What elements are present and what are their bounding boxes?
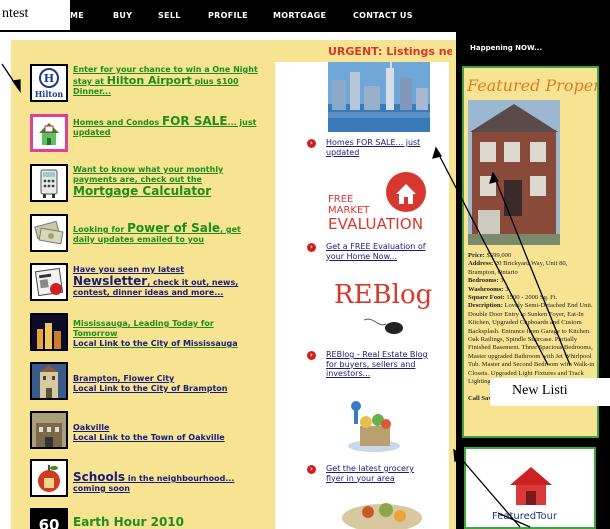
top-nav-bar: ME BUY SELL PROFILE MORTGAGE CONTACT US: [0, 0, 610, 32]
reblog-logo: REBlog: [334, 280, 433, 310]
featured-property-photo[interactable]: [468, 100, 560, 245]
nav-buy[interactable]: BUY: [113, 11, 132, 20]
hilton-logo-icon: H Hilton: [30, 64, 68, 102]
bullet-icon: ›: [307, 465, 316, 474]
nav-mortgage[interactable]: MORTGAGE: [273, 11, 326, 20]
brampton-city-icon: [30, 362, 68, 400]
nav-contact-us[interactable]: CONTACT US: [353, 11, 413, 20]
annotation-contest-label: ntest: [0, 0, 70, 30]
school-apple-icon: [30, 459, 68, 497]
svg-text:H: H: [44, 72, 54, 85]
list-item-hilton-contest[interactable]: H Hilton Enter for your chance to win a …: [30, 64, 262, 104]
list-item-homes-for-sale[interactable]: Homes and Condos FOR SALE... just update…: [30, 114, 262, 154]
mississauga-link[interactable]: Mississauga, Leading Today for Tomorrow L…: [73, 319, 261, 349]
featured-tour-house-icon: [506, 463, 556, 513]
free-label: FREE: [328, 194, 354, 205]
reblog-link[interactable]: REBlog - Real Estate Blog for buyers, se…: [326, 350, 430, 379]
schools-link[interactable]: Schools in the neighbourhood... coming s…: [73, 471, 261, 494]
list-item-power-of-sale[interactable]: Looking for Power of Sale, get daily upd…: [30, 214, 262, 254]
free-evaluation-link[interactable]: Get a FREE Evaluation of your Home Now..…: [326, 242, 430, 261]
nav-sell[interactable]: SELL: [158, 11, 181, 20]
food-image[interactable]: [334, 496, 430, 529]
list-item-brampton[interactable]: Brampton, Flower City Local Link to the C…: [30, 362, 262, 402]
hilton-contest-link[interactable]: Enter for your chance to win a One Night…: [73, 65, 261, 97]
featured-property-title: Featured Property: [467, 76, 597, 95]
featured-tour-label: FeaturedTour: [492, 511, 558, 522]
newsletter-link[interactable]: Have you seen my latest Newsletter, chec…: [73, 265, 261, 298]
power-of-sale-link[interactable]: Looking for Power of Sale, get daily upd…: [73, 222, 261, 245]
earth-hour-link[interactable]: Earth Hour 2010: [73, 516, 261, 529]
homes-for-sale-image[interactable]: [328, 62, 430, 132]
svg-text:Hilton: Hilton: [35, 89, 64, 99]
brampton-link[interactable]: Brampton, Flower City Local Link to the C…: [73, 374, 261, 394]
list-item-mississauga[interactable]: Mississauga, Leading Today for Tomorrow L…: [30, 313, 262, 353]
grocery-flyer-link[interactable]: Get the latest grocery flyer in your are…: [326, 464, 430, 483]
list-item-oakville[interactable]: Oakville Local Link to the Town of Oakvil…: [30, 411, 262, 451]
calculator-mascot-icon: [30, 164, 68, 202]
nav-profile[interactable]: PROFILE: [208, 11, 248, 20]
grocery-flyer-image[interactable]: [334, 390, 430, 456]
svg-text:60: 60: [39, 516, 60, 529]
house-icon: [386, 172, 426, 212]
evaluation-label: EVALUATION: [328, 215, 424, 233]
mortgage-calculator-link[interactable]: Want to know what your monthly payments …: [73, 165, 261, 198]
list-item-mortgage-calculator[interactable]: Want to know what your monthly payments …: [30, 164, 262, 204]
oakville-link[interactable]: Oakville Local Link to the Town of Oakvil…: [73, 423, 261, 443]
homes-for-sale-link[interactable]: Homes and Condos FOR SALE... just update…: [73, 115, 261, 138]
newsletter-icon: [30, 263, 68, 301]
reblog-banner[interactable]: REBlog: [334, 280, 433, 340]
list-item-earth-hour[interactable]: 60 Earth Hour 2010: [30, 508, 262, 529]
featured-tour-panel[interactable]: FeaturedTour: [464, 447, 596, 529]
homes-for-sale-mid-link[interactable]: Homes FOR SALE... just updated: [326, 138, 430, 157]
page: ME BUY SELL PROFILE MORTGAGE CONTACT US …: [0, 0, 610, 529]
mississauga-city-icon: [30, 313, 68, 351]
computer-mouse-icon: [363, 316, 404, 340]
money-icon: [30, 214, 68, 252]
list-item-schools[interactable]: Schools in the neighbourhood... coming s…: [30, 459, 262, 499]
free-evaluation-banner[interactable]: FREE MARKET EVALUATION: [322, 168, 432, 238]
earth-hour-icon: 60: [30, 508, 68, 529]
nav-home[interactable]: ME: [70, 11, 84, 20]
annotation-new-listing-label: New Listi: [490, 378, 610, 406]
happening-now-heading: Happening NOW...: [470, 44, 543, 52]
bullet-icon: ›: [307, 243, 316, 252]
house-for-sale-icon: [30, 114, 68, 152]
bullet-icon: ›: [307, 351, 316, 360]
oakville-town-icon: [30, 411, 68, 449]
list-item-newsletter[interactable]: Have you seen my latest Newsletter, chec…: [30, 263, 262, 303]
urgent-listings-heading: URGENT: Listings ne: [328, 45, 452, 58]
bullet-icon: ›: [307, 139, 316, 148]
